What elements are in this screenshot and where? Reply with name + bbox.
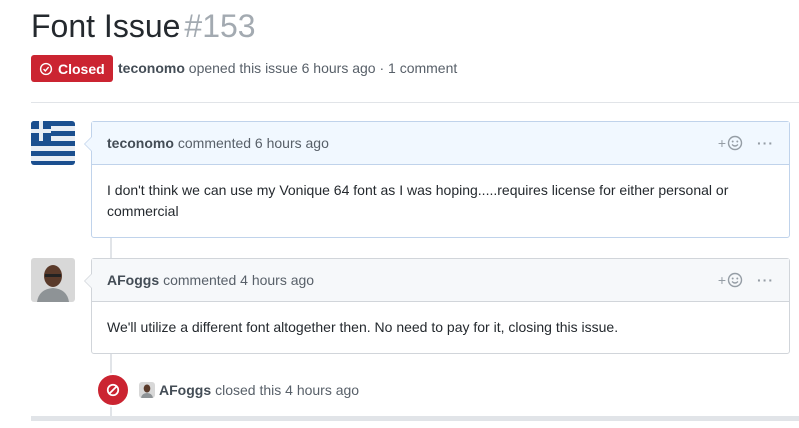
issue-meta: teconomo opened this issue 6 hours ago ·… <box>118 60 457 76</box>
circle-slash-icon <box>106 383 120 397</box>
closed-event-badge <box>96 373 130 407</box>
discussion-bottom-bar <box>31 416 799 421</box>
smiley-icon <box>727 135 743 151</box>
user-photo-avatar-icon <box>139 382 155 398</box>
status-badge: Closed <box>31 55 113 82</box>
avatar[interactable] <box>31 121 75 165</box>
comment-timestamp[interactable]: commented 6 hours ago <box>178 135 329 151</box>
comment-timestamp[interactable]: commented 4 hours ago <box>163 272 314 288</box>
comment-body: We'll utilize a different font altogethe… <box>107 319 619 335</box>
event-text: closed this 4 hours ago <box>215 382 360 398</box>
avatar[interactable] <box>139 382 155 398</box>
issue-closed-icon <box>39 62 53 75</box>
page-title: Font Issue #153 <box>31 8 256 45</box>
issue-title: Font Issue <box>31 8 181 44</box>
status-label: Closed <box>58 60 105 77</box>
add-reaction-button[interactable]: + <box>718 135 743 151</box>
more-options-button[interactable]: ··· <box>757 272 774 288</box>
issue-number: #153 <box>184 8 256 44</box>
smiley-icon <box>727 272 743 288</box>
issue-meta-text: opened this issue 6 hours ago · 1 commen… <box>188 60 458 76</box>
avatar[interactable] <box>31 258 75 302</box>
plus-label: + <box>717 272 726 288</box>
comment-actions: + ··· <box>718 135 774 151</box>
user-photo-avatar-icon <box>31 258 75 302</box>
comment-author-link[interactable]: teconomo <box>107 135 174 151</box>
issue-author-link[interactable]: teconomo <box>118 60 185 76</box>
comment-author-link[interactable]: AFoggs <box>107 272 159 288</box>
event-actor-link[interactable]: AFoggs <box>159 382 211 398</box>
closed-event: AFoggs closed this 4 hours ago <box>96 373 359 407</box>
comment: AFoggs commented 4 hours ago + ··· We'll… <box>84 258 790 354</box>
add-reaction-button[interactable]: + <box>718 272 743 288</box>
greek-flag-avatar-icon <box>31 121 75 165</box>
header-divider <box>31 102 799 103</box>
more-options-button[interactable]: ··· <box>757 135 774 151</box>
comment-actions: + ··· <box>718 272 774 288</box>
comment-header: AFoggs commented 4 hours ago + ··· <box>92 259 789 302</box>
comment: teconomo commented 6 hours ago + ··· I d… <box>84 121 790 238</box>
plus-label: + <box>717 135 726 151</box>
comment-body: I don't think we can use my Vonique 64 f… <box>107 182 729 219</box>
comment-header: teconomo commented 6 hours ago + ··· <box>92 122 789 165</box>
